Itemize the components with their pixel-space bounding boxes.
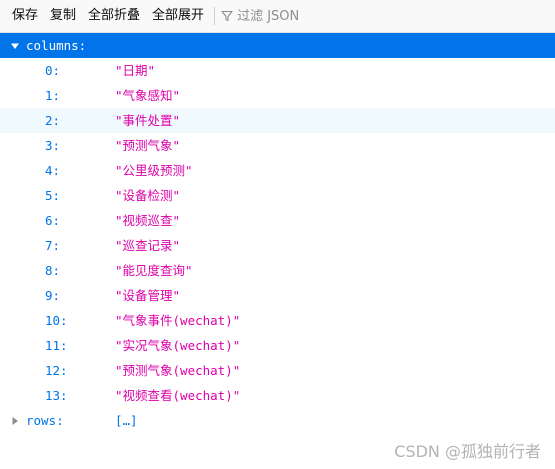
- tree-index: 8:: [45, 263, 61, 278]
- save-button[interactable]: 保存: [6, 4, 44, 28]
- tree-row[interactable]: 10: "气象事件(wechat)": [0, 308, 555, 333]
- tree-value: "气象感知": [115, 88, 181, 103]
- expand-all-button[interactable]: 全部展开: [146, 4, 210, 28]
- tree-value: "实况气象(wechat)": [115, 338, 241, 353]
- funnel-icon: [221, 7, 237, 26]
- tree-row[interactable]: 1: "气象感知": [0, 83, 555, 108]
- chevron-down-icon[interactable]: [9, 33, 21, 58]
- tree-value: "日期": [115, 63, 156, 78]
- watermark: CSDN @孤独前行者: [394, 442, 541, 461]
- tree-value-collapsed[interactable]: […]: [115, 408, 138, 433]
- filter-input[interactable]: [237, 8, 398, 24]
- tree-index: 11:: [45, 338, 68, 353]
- tree-index: 13:: [45, 388, 68, 403]
- tree-row[interactable]: 6: "视频巡查": [0, 208, 555, 233]
- tree-key: rows:: [26, 413, 64, 428]
- tree-index: 4:: [45, 163, 61, 178]
- tree-row[interactable]: 7: "巡查记录": [0, 233, 555, 258]
- tree-row[interactable]: 9: "设备管理": [0, 283, 555, 308]
- tree-index: 3:: [45, 138, 61, 153]
- collapse-all-button[interactable]: 全部折叠: [82, 4, 146, 28]
- tree-row[interactable]: 0: "日期": [0, 58, 555, 83]
- filter-box[interactable]: [221, 4, 398, 28]
- columns-children: 0: "日期" 1: "气象感知" 2: "事件处置" 3: "预测气象" 4: "公里级预测" 5…: [0, 58, 555, 408]
- tree-index: 5:: [45, 188, 61, 203]
- tree-row[interactable]: 4: "公里级预测": [0, 158, 555, 183]
- toolbar: 保存 复制 全部折叠 全部展开: [0, 0, 555, 33]
- tree-key: columns:: [26, 38, 87, 53]
- tree-index: 1:: [45, 88, 61, 103]
- tree-value: "事件处置": [115, 113, 181, 128]
- tree-row[interactable]: 3: "预测气象": [0, 133, 555, 158]
- tree-row[interactable]: 12: "预测气象(wechat)": [0, 358, 555, 383]
- tree-index: 12:: [45, 363, 68, 378]
- tree-row-columns[interactable]: columns:: [0, 33, 555, 58]
- tree-index: 6:: [45, 213, 61, 228]
- copy-button[interactable]: 复制: [44, 4, 82, 28]
- tree-value: "设备检测": [115, 188, 181, 203]
- tree-row[interactable]: 5: "设备检测": [0, 183, 555, 208]
- tree-row-rows[interactable]: rows: […]: [0, 408, 555, 433]
- tree-index: 9:: [45, 288, 61, 303]
- tree-value: "视频查看(wechat)": [115, 388, 241, 403]
- tree-value: "巡查记录": [115, 238, 181, 253]
- tree-row[interactable]: 8: "能见度查询": [0, 258, 555, 283]
- toolbar-divider: [214, 7, 216, 25]
- tree-index: 0:: [45, 63, 61, 78]
- tree-row[interactable]: 2: "事件处置": [0, 108, 555, 133]
- tree-value: "公里级预测": [115, 163, 193, 178]
- chevron-right-icon[interactable]: [9, 408, 21, 433]
- tree-row[interactable]: 13: "视频查看(wechat)": [0, 383, 555, 408]
- tree-index: 10:: [45, 313, 68, 328]
- tree-value: "预测气象(wechat)": [115, 363, 241, 378]
- tree-value: "预测气象": [115, 138, 181, 153]
- tree-index: 2:: [45, 113, 61, 128]
- tree-index: 7:: [45, 238, 61, 253]
- tree-value: "设备管理": [115, 288, 181, 303]
- tree-row[interactable]: 11: "实况气象(wechat)": [0, 333, 555, 358]
- tree-value: "气象事件(wechat)": [115, 313, 241, 328]
- tree-value: "视频巡查": [115, 213, 181, 228]
- json-tree: columns: 0: "日期" 1: "气象感知" 2: "事件处置" 3: "预测气象" 4…: [0, 33, 555, 433]
- tree-value: "能见度查询": [115, 263, 193, 278]
